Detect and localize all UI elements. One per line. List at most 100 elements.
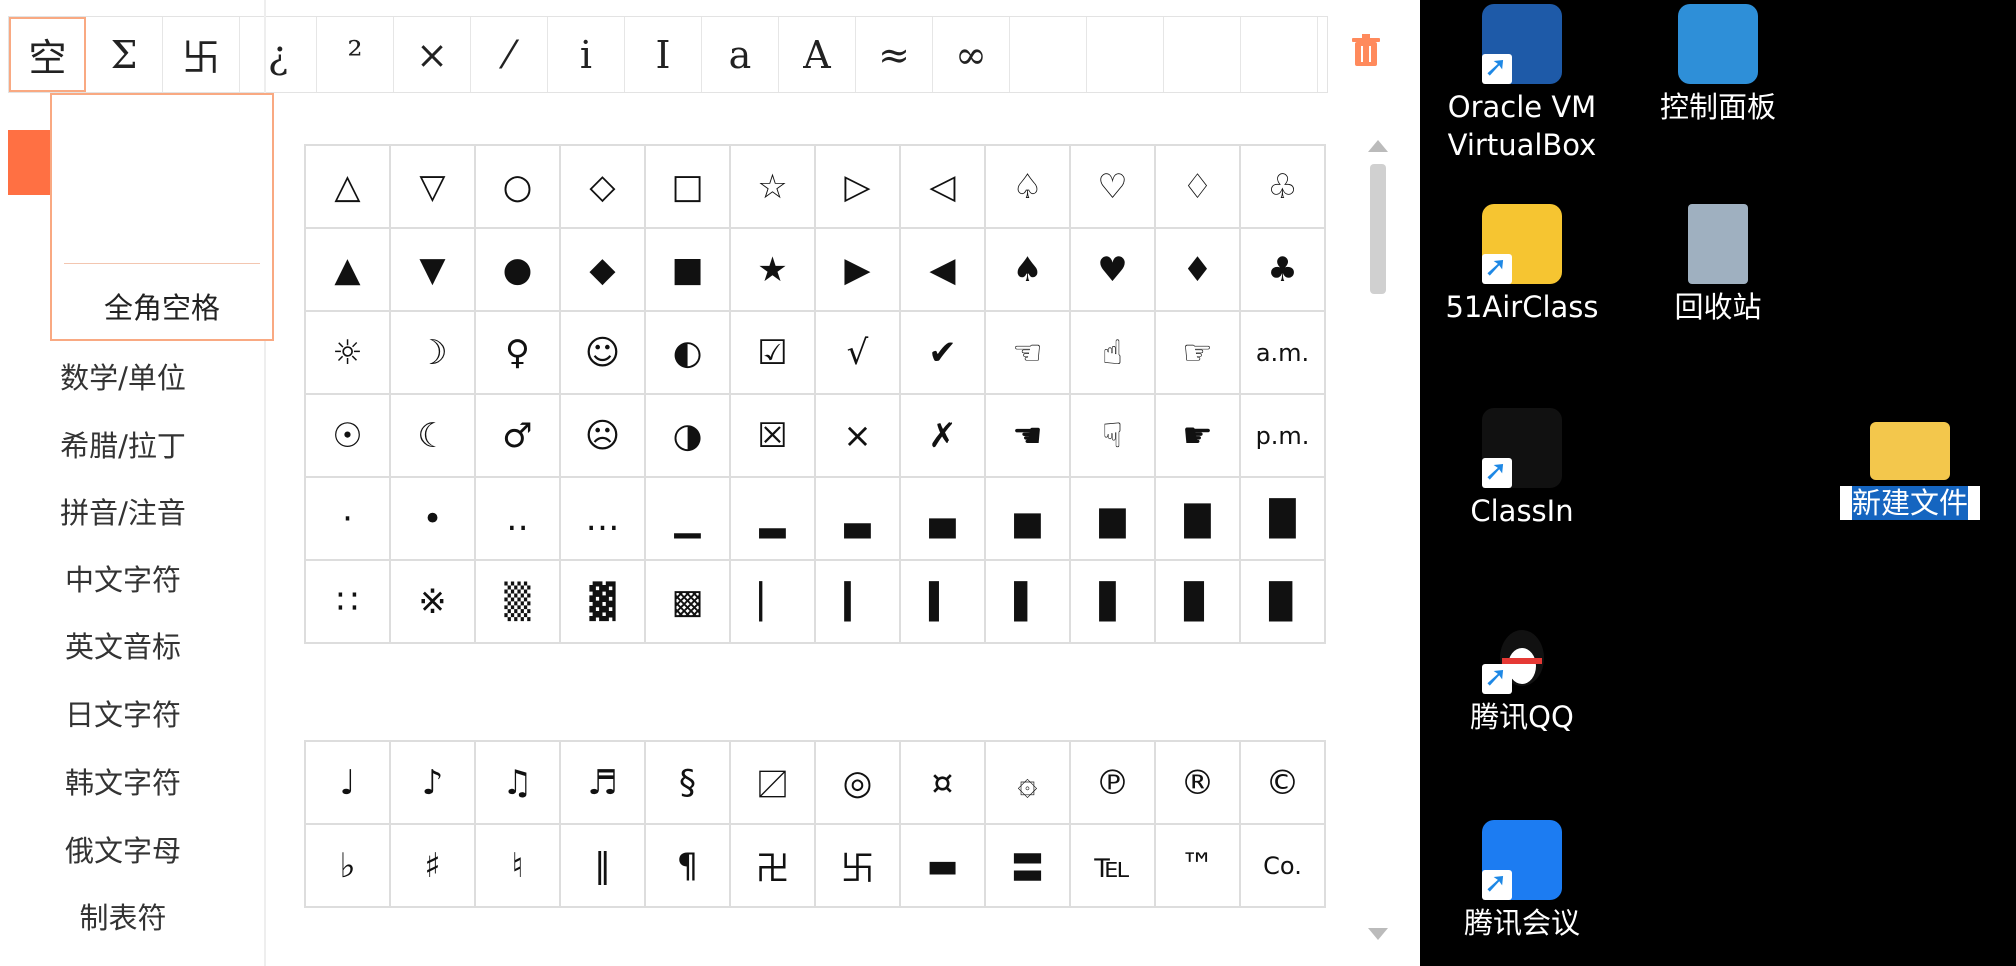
symbol-cell-3-4[interactable]: ◑	[646, 395, 731, 478]
symbol-cell-1-6[interactable]: ▶	[816, 229, 901, 312]
symbol-cell-3-0[interactable]: ☉	[306, 395, 391, 478]
symbol-cell-1-2[interactable]: ●	[476, 229, 561, 312]
symbol-cell-2-2[interactable]: ♀	[476, 312, 561, 395]
symbol-cell-4-1[interactable]: •	[391, 478, 476, 561]
symbol-cell-5-5[interactable]: ▏	[731, 561, 816, 644]
symbol-cell-4-5[interactable]: ▂	[731, 478, 816, 561]
symbol-cell-misc-0-0[interactable]: ♩	[306, 742, 391, 825]
symbol-cell-1-3[interactable]: ◆	[561, 229, 646, 312]
symbol-cell-4-4[interactable]: ▁	[646, 478, 731, 561]
sidebar-item-6[interactable]: 韩文字符	[0, 760, 246, 802]
symbol-cell-misc-1-7[interactable]: ▬	[901, 825, 986, 908]
symbol-cell-5-2[interactable]: ▒	[476, 561, 561, 644]
symbol-cell-misc-1-1[interactable]: ♯	[391, 825, 476, 908]
symbol-cell-4-6[interactable]: ▃	[816, 478, 901, 561]
symbol-cell-misc-0-9[interactable]: ℗	[1071, 742, 1156, 825]
symbol-cell-misc-1-2[interactable]: ♮	[476, 825, 561, 908]
symbol-cell-5-3[interactable]: ▓	[561, 561, 646, 644]
symbol-cell-4-9[interactable]: ▆	[1071, 478, 1156, 561]
symbol-cell-misc-0-8[interactable]: ۞	[986, 742, 1071, 825]
symbol-cell-0-7[interactable]: ◁	[901, 146, 986, 229]
symbol-cell-misc-0-11[interactable]: ©	[1241, 742, 1326, 825]
scroll-thumb[interactable]	[1370, 164, 1386, 294]
symbol-cell-5-8[interactable]: ▌	[986, 561, 1071, 644]
sidebar-item-5[interactable]: 日文字符	[0, 692, 246, 734]
symbol-cell-misc-0-3[interactable]: ♬	[561, 742, 646, 825]
symbol-cell-3-9[interactable]: ☟	[1071, 395, 1156, 478]
symbol-cell-0-5[interactable]: ☆	[731, 146, 816, 229]
symbol-cell-2-1[interactable]: ☽	[391, 312, 476, 395]
symbol-cell-1-11[interactable]: ♣	[1241, 229, 1326, 312]
recent-symbol-12[interactable]: ∞	[933, 17, 1010, 92]
symbol-cell-2-9[interactable]: ☝	[1071, 312, 1156, 395]
symbol-cell-2-11[interactable]: a.m.	[1241, 312, 1326, 395]
symbol-cell-0-10[interactable]: ♢	[1156, 146, 1241, 229]
symbol-cell-misc-1-8[interactable]: 〓	[986, 825, 1071, 908]
sidebar-item-7[interactable]: 俄文字母	[0, 828, 246, 870]
sidebar-item-3[interactable]: 中文字符	[0, 557, 246, 599]
symbol-cell-misc-1-11[interactable]: Co.	[1241, 825, 1326, 908]
symbol-cell-4-8[interactable]: ▅	[986, 478, 1071, 561]
symbol-cell-misc-0-2[interactable]: ♫	[476, 742, 561, 825]
symbol-cell-2-10[interactable]: ☞	[1156, 312, 1241, 395]
recent-symbol-16[interactable]	[1241, 17, 1318, 92]
symbol-cell-misc-1-10[interactable]: ™	[1156, 825, 1241, 908]
symbol-cell-3-2[interactable]: ♂	[476, 395, 561, 478]
symbol-cell-2-7[interactable]: ✔	[901, 312, 986, 395]
symbol-cell-1-1[interactable]: ▼	[391, 229, 476, 312]
symbol-cell-2-3[interactable]: ☺	[561, 312, 646, 395]
symbol-cell-5-9[interactable]: ▋	[1071, 561, 1156, 644]
symbol-cell-3-6[interactable]: ×	[816, 395, 901, 478]
symbol-cell-3-8[interactable]: ☚	[986, 395, 1071, 478]
symbol-cell-3-7[interactable]: ✗	[901, 395, 986, 478]
symbol-cell-0-6[interactable]: ▷	[816, 146, 901, 229]
symbol-cell-4-11[interactable]: █	[1241, 478, 1326, 561]
sidebar-item-0[interactable]: 数学/单位	[0, 355, 246, 397]
sidebar-item-2[interactable]: 拼音/注音	[0, 490, 246, 532]
symbol-cell-5-4[interactable]: ▩	[646, 561, 731, 644]
symbol-cell-misc-1-3[interactable]: ‖	[561, 825, 646, 908]
symbol-cell-3-1[interactable]: ☾	[391, 395, 476, 478]
symbol-cell-misc-0-10[interactable]: ®	[1156, 742, 1241, 825]
symbol-cell-0-0[interactable]: △	[306, 146, 391, 229]
desktop-icon-51airclass[interactable]: 51AirClass	[1432, 204, 1612, 326]
desktop-icon-oracle-vm-virtualbox[interactable]: Oracle VM VirtualBox	[1432, 4, 1612, 164]
symbol-cell-misc-0-1[interactable]: ♪	[391, 742, 476, 825]
scroll-down-arrow[interactable]	[1368, 928, 1388, 940]
symbol-cell-misc-1-5[interactable]: 卍	[731, 825, 816, 908]
symbol-cell-4-2[interactable]: ‥	[476, 478, 561, 561]
symbol-cell-misc-1-0[interactable]: ♭	[306, 825, 391, 908]
scroll-up-arrow[interactable]	[1368, 140, 1388, 152]
recent-symbol-8[interactable]: I	[625, 17, 702, 92]
symbol-cell-1-9[interactable]: ♥	[1071, 229, 1156, 312]
symbol-cell-2-5[interactable]: ☑	[731, 312, 816, 395]
symbol-cell-4-3[interactable]: …	[561, 478, 646, 561]
recent-symbol-14[interactable]	[1087, 17, 1164, 92]
symbol-cell-2-6[interactable]: √	[816, 312, 901, 395]
desktop-icon-recycle-bin[interactable]: 回收站	[1628, 204, 1808, 326]
recent-symbol-6[interactable]: ⁄	[471, 17, 548, 92]
symbol-cell-1-0[interactable]: ▲	[306, 229, 391, 312]
desktop-icon-tencent-meeting[interactable]: 腾讯会议	[1432, 820, 1612, 942]
symbol-cell-5-1[interactable]: ※	[391, 561, 476, 644]
symbol-cell-3-11[interactable]: p.m.	[1241, 395, 1326, 478]
symbol-cell-0-8[interactable]: ♤	[986, 146, 1071, 229]
symbol-cell-3-3[interactable]: ☹	[561, 395, 646, 478]
desktop-icon-control-panel[interactable]: 控制面板	[1628, 4, 1808, 126]
desktop-icon-tencent-qq[interactable]: 腾讯QQ	[1432, 614, 1612, 736]
symbol-cell-3-10[interactable]: ☛	[1156, 395, 1241, 478]
sidebar-item-8[interactable]: 制表符	[0, 895, 246, 937]
symbol-cell-misc-0-6[interactable]: ◎	[816, 742, 901, 825]
symbol-cell-5-6[interactable]: ▎	[816, 561, 901, 644]
recent-symbol-4[interactable]: ²	[317, 17, 394, 92]
symbol-cell-misc-1-6[interactable]: 卐	[816, 825, 901, 908]
recent-symbol-15[interactable]	[1164, 17, 1241, 92]
recent-symbol-7[interactable]: i	[548, 17, 625, 92]
symbol-cell-0-9[interactable]: ♡	[1071, 146, 1156, 229]
scrollbar[interactable]	[1364, 130, 1392, 940]
symbol-cell-0-11[interactable]: ♧	[1241, 146, 1326, 229]
symbol-cell-2-0[interactable]: ☼	[306, 312, 391, 395]
symbol-cell-4-0[interactable]: ·	[306, 478, 391, 561]
symbol-cell-5-7[interactable]: ▍	[901, 561, 986, 644]
sidebar-item-4[interactable]: 英文音标	[0, 624, 246, 666]
